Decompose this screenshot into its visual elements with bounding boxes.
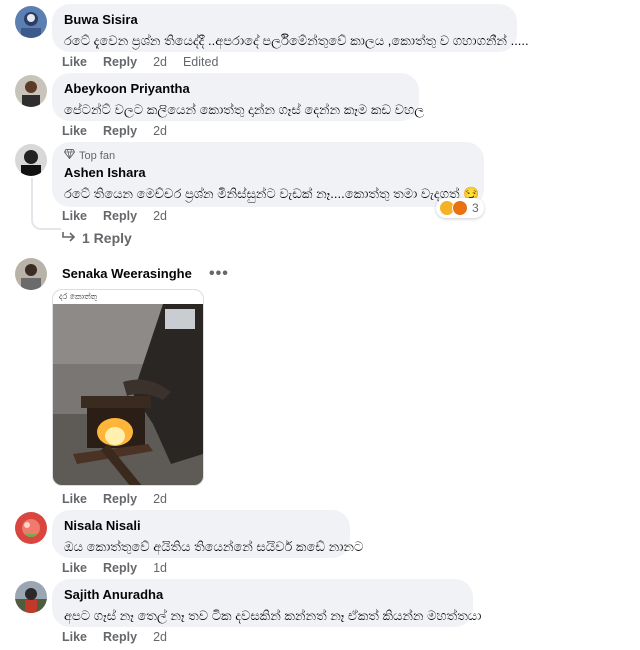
comment-author[interactable]: Sajith Anuradha (64, 586, 461, 603)
reply-arrow-icon (62, 230, 76, 246)
edited-label[interactable]: Edited (183, 55, 218, 69)
diamond-icon (63, 149, 76, 163)
comment-text: අපට ගෑස් නෑ තෙල් නෑ තව ටික දවසකින් කන්නත… (64, 608, 482, 623)
like-button[interactable]: Like (62, 630, 87, 644)
top-fan-badge: Top fan (63, 149, 472, 163)
photo-caption: දර කොත්තු (59, 292, 98, 301)
comment-timestamp[interactable]: 1d (153, 561, 167, 575)
comment-author[interactable]: Senaka Weerasinghe (62, 265, 192, 282)
comment-author[interactable]: Nisala Nisali (64, 517, 338, 534)
comment-bubble: Nisala Nisali ඔය කොත්තුවේ අයිතිය තියෙන්න… (52, 510, 364, 558)
comment-timestamp[interactable]: 2d (153, 492, 167, 506)
comment-actions: Like Reply 2d Edited (62, 55, 234, 69)
reaction-summary[interactable]: 3 (436, 198, 484, 218)
like-button[interactable]: Like (62, 209, 87, 223)
reply-button[interactable]: Reply (103, 561, 137, 575)
comment-timestamp[interactable]: 2d (153, 55, 167, 69)
reply-button[interactable]: Reply (103, 209, 137, 223)
like-button[interactable]: Like (62, 55, 87, 69)
badge-label: Top fan (79, 150, 116, 162)
more-options-button[interactable]: ••• (209, 265, 229, 283)
avatar[interactable] (15, 512, 47, 544)
kottu-cooking-photo (53, 304, 203, 485)
reply-button[interactable]: Reply (103, 55, 137, 69)
comment-bubble: Buwa Sisira රටේ දැවෙන ප්‍රශ්න තියෙද්දී .… (52, 4, 529, 52)
reply-button[interactable]: Reply (103, 630, 137, 644)
comment-text: ඔය කොත්තුවේ අයිතිය තියෙන්නේ සයිවර් කඩේ න… (64, 539, 364, 554)
reply-button[interactable]: Reply (103, 492, 137, 506)
angry-reaction-icon (452, 200, 468, 216)
comment-text: පේටන්ට් වලට කලියෙන් කොත්තු දාන්න ගෑස් දෙ… (64, 102, 425, 117)
reaction-count: 3 (472, 201, 479, 215)
like-button[interactable]: Like (62, 492, 87, 506)
comment-author[interactable]: Buwa Sisira (64, 11, 505, 28)
comment-actions: Like Reply 2d (62, 630, 183, 644)
comment-actions: Like Reply 2d (62, 209, 183, 223)
comment-actions: Like Reply 1d (62, 561, 183, 575)
avatar[interactable] (15, 258, 47, 290)
comment-author[interactable]: Ashen Ishara (64, 164, 472, 181)
avatar[interactable] (15, 581, 47, 613)
comment-actions: Like Reply 2d (62, 124, 183, 138)
comment-bubble: Top fan Ashen Ishara රටේ තියෙන මෙච්චර ප්… (52, 142, 484, 207)
like-button[interactable]: Like (62, 561, 87, 575)
comment-text: රටේ දැවෙන ප්‍රශ්න තියෙද්දී ..අපරාදේ පර්ල… (64, 33, 529, 48)
comment-bubble: Abeykoon Priyantha පේටන්ට් වලට කලියෙන් ක… (52, 73, 425, 121)
avatar[interactable] (15, 144, 47, 176)
avatar[interactable] (15, 6, 47, 38)
comment-timestamp[interactable]: 2d (153, 209, 167, 223)
reply-button[interactable]: Reply (103, 124, 137, 138)
comment-timestamp[interactable]: 2d (153, 630, 167, 644)
comment-author[interactable]: Abeykoon Priyantha (64, 80, 407, 97)
comment-text-content: රටේ තියෙන මෙච්චර ප්‍රශ්න මිනිස්සුන්ට වැඩ… (64, 186, 460, 201)
comment-photo[interactable]: දර කොත්තු (52, 289, 204, 486)
like-button[interactable]: Like (62, 124, 87, 138)
comment-bubble: Sajith Anuradha අපට ගෑස් නෑ තෙල් නෑ තව ට… (52, 579, 482, 627)
comment-text: රටේ තියෙන මෙච්චර ප්‍රශ්න මිනිස්සුන්ට වැඩ… (64, 184, 479, 203)
comment-actions: Like Reply 2d (62, 492, 183, 506)
view-replies-link[interactable]: 1 Reply (62, 230, 132, 246)
replies-count-label: 1 Reply (82, 230, 132, 246)
comment-timestamp[interactable]: 2d (153, 124, 167, 138)
avatar[interactable] (15, 75, 47, 107)
